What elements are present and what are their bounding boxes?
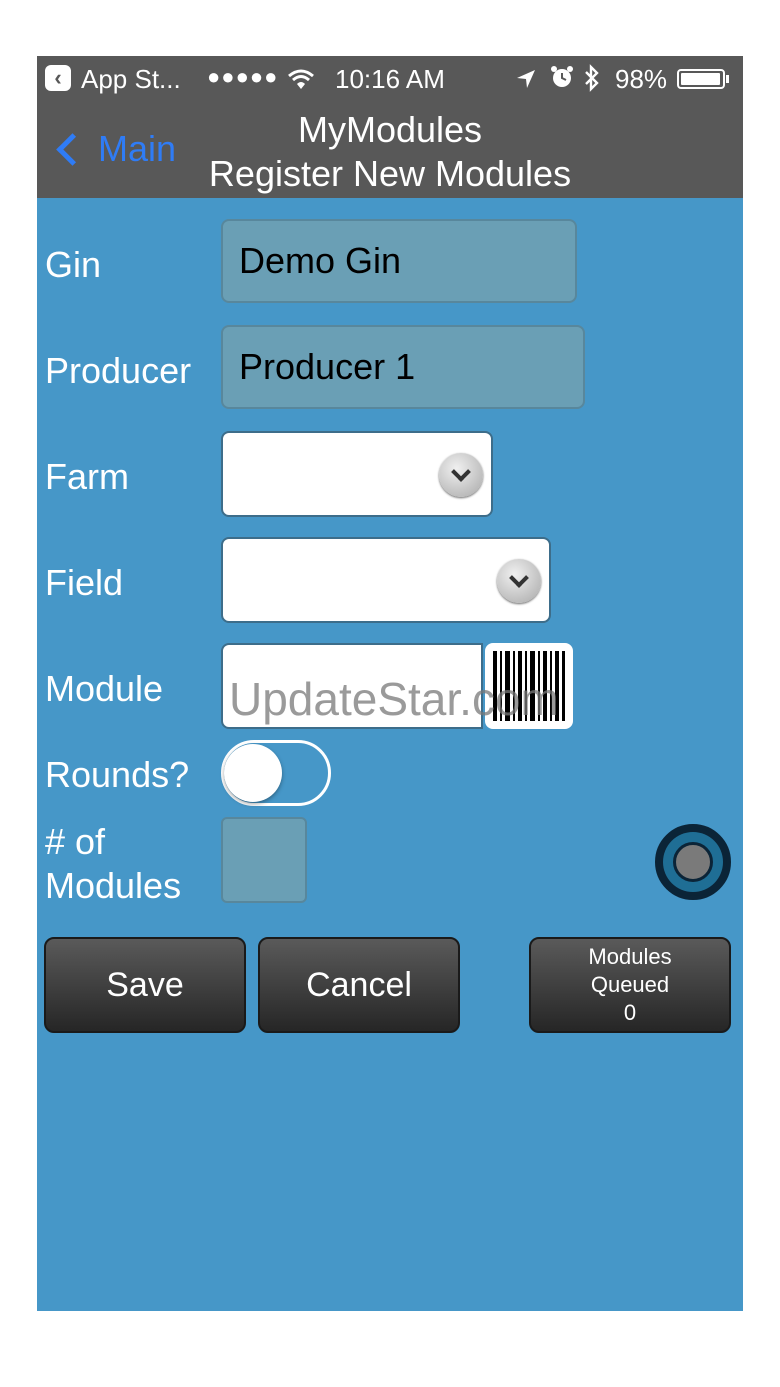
module-label: Module (45, 668, 164, 709)
back-app-label[interactable]: App St... (81, 64, 181, 95)
back-to-app-icon[interactable]: ‹ (45, 65, 71, 91)
status-bar: ‹ App St... ●●●●● 10:16 AM 98% (37, 56, 743, 102)
gin-field: Demo Gin (221, 219, 577, 303)
save-button[interactable]: Save (44, 937, 246, 1033)
rounds-label: Rounds? (45, 754, 190, 795)
num-modules-field (221, 817, 307, 903)
chevron-down-icon[interactable] (497, 559, 541, 603)
page-title: MyModules (297, 109, 483, 150)
page-title-block: MyModules Register New Modules (177, 108, 603, 196)
watermark-text: UpdateStar.com (229, 673, 559, 725)
location-arrow-icon (515, 66, 537, 97)
field-select[interactable] (221, 537, 551, 623)
rounds-toggle[interactable] (221, 740, 331, 806)
navigation-bar: Main MyModules Register New Modules (37, 102, 743, 198)
back-button-main[interactable]: Main (53, 128, 176, 170)
page-subtitle: Register New Modules (208, 153, 572, 194)
num-modules-label: # of Modules (45, 820, 181, 908)
modules-queued-label-line2: Queued (590, 972, 670, 997)
battery-percent: 98% (615, 64, 668, 94)
gin-label: Gin (45, 244, 102, 285)
producer-field: Producer 1 (221, 325, 585, 409)
producer-label: Producer (45, 350, 192, 391)
alarm-clock-icon (549, 64, 575, 97)
modules-queued-label-line1: Modules (588, 944, 672, 969)
num-modules-label-line1: # of (45, 821, 106, 862)
wifi-icon (287, 66, 315, 97)
modules-queued-count: 0 (623, 1000, 637, 1025)
chevron-left-icon (56, 132, 89, 166)
battery-tip (726, 75, 729, 83)
farm-select[interactable] (221, 431, 493, 517)
gps-status-indicator-icon (655, 824, 731, 900)
cancel-button[interactable]: Cancel (258, 937, 460, 1033)
num-modules-label-line2: Modules (45, 865, 182, 906)
farm-label: Farm (45, 456, 129, 497)
modules-queued-button[interactable]: Modules Queued 0 (529, 937, 731, 1033)
status-time: 10:16 AM (335, 64, 445, 94)
battery-icon (677, 69, 725, 89)
battery-level-fill (681, 73, 721, 85)
back-button-label: Main (98, 128, 177, 169)
field-label: Field (45, 562, 124, 603)
chevron-down-icon[interactable] (439, 453, 483, 497)
bluetooth-icon (582, 64, 602, 99)
toggle-knob (224, 744, 282, 802)
app-screen: ‹ App St... ●●●●● 10:16 AM 98% Main MyMo… (37, 56, 743, 1311)
signal-strength-icon: ●●●●● (207, 64, 279, 89)
